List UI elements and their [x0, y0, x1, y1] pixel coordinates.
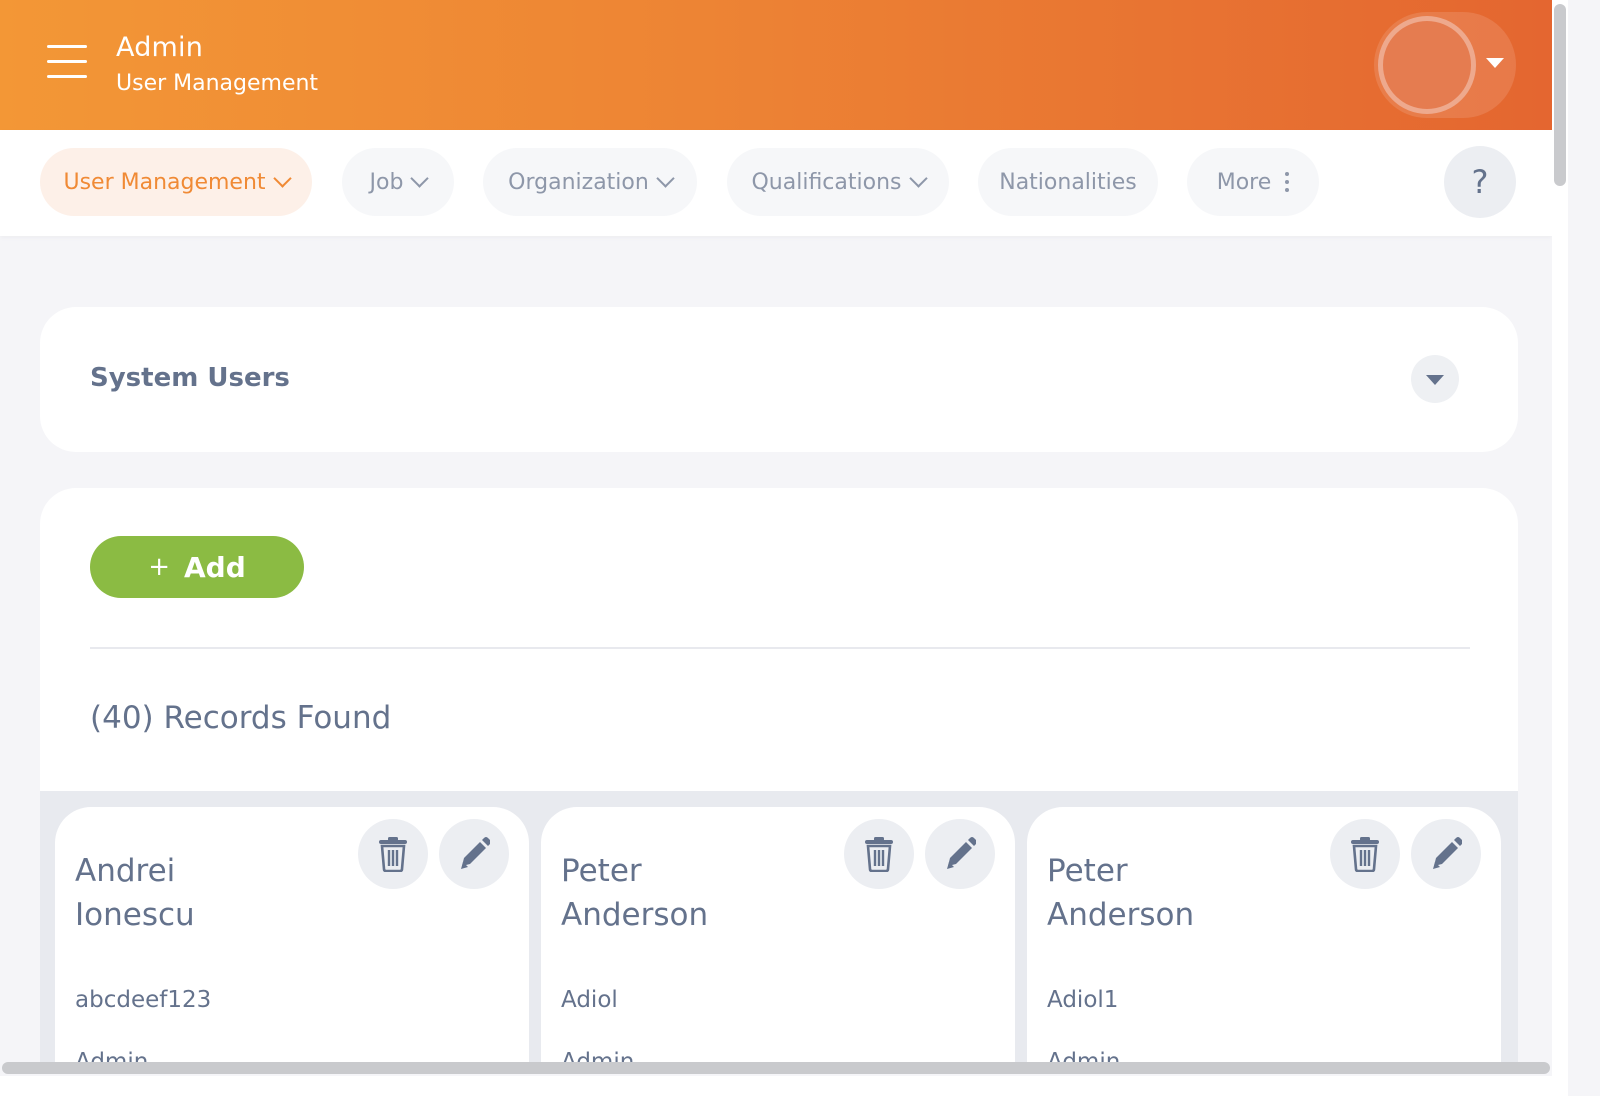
nav-qualifications-label: Qualifications — [751, 169, 902, 195]
user-cards-area: Andrei Ionescu abcdeef123 Admin Peter An… — [40, 791, 1518, 1068]
system-users-filter-card: System Users — [40, 307, 1518, 452]
user-menu[interactable] — [1374, 12, 1516, 118]
user-username: Adiol — [561, 987, 618, 1013]
nav-more-label: More — [1216, 169, 1272, 195]
nav-user-management-label: User Management — [63, 169, 266, 195]
nav-job[interactable]: Job — [342, 148, 454, 216]
nav-nationalities[interactable]: Nationalities — [978, 148, 1158, 216]
trash-icon — [865, 837, 893, 872]
edit-button[interactable] — [925, 819, 995, 889]
user-last-name: Anderson — [561, 897, 709, 933]
edit-button[interactable] — [439, 819, 509, 889]
add-button[interactable]: + Add — [90, 536, 304, 598]
delete-button[interactable] — [1330, 819, 1400, 889]
edit-button[interactable] — [1411, 819, 1481, 889]
chevron-down-icon — [410, 168, 430, 188]
user-username: abcdeef123 — [75, 987, 212, 1013]
records-count: (40) Records Found — [90, 700, 392, 736]
divider — [90, 647, 1470, 649]
page-title: Admin — [116, 32, 204, 63]
users-list-card: + Add (40) Records Found Andrei Ionescu … — [40, 488, 1518, 1068]
help-button[interactable]: ? — [1444, 146, 1516, 218]
nav-user-management[interactable]: User Management — [40, 148, 312, 216]
user-first-name: Peter — [561, 853, 642, 889]
user-first-name: Andrei — [75, 853, 176, 889]
user-card[interactable]: Andrei Ionescu abcdeef123 Admin — [55, 807, 529, 1068]
user-card[interactable]: Peter Anderson Adiol Admin — [541, 807, 1015, 1068]
top-nav: User Management Job Organization Qualifi… — [0, 130, 1552, 236]
user-card[interactable]: Peter Anderson Adiol1 Admin — [1027, 807, 1501, 1068]
nav-organization-label: Organization — [508, 169, 649, 195]
caret-down-icon — [1486, 58, 1504, 68]
avatar — [1378, 16, 1476, 114]
trash-icon — [379, 837, 407, 872]
delete-button[interactable] — [358, 819, 428, 889]
user-last-name: Anderson — [1047, 897, 1195, 933]
nav-more[interactable]: More — [1187, 148, 1319, 216]
filter-toggle-button[interactable] — [1411, 355, 1459, 403]
nav-organization[interactable]: Organization — [483, 148, 697, 216]
nav-qualifications[interactable]: Qualifications — [727, 148, 949, 216]
user-full-name: Peter Anderson — [1047, 849, 1307, 937]
scrollbar-corner — [1552, 1062, 1568, 1096]
top-header: Admin User Management — [0, 0, 1552, 130]
user-last-name: Ionescu — [75, 897, 195, 933]
kebab-icon — [1285, 172, 1290, 192]
trash-icon — [1351, 837, 1379, 872]
delete-button[interactable] — [844, 819, 914, 889]
nav-job-label: Job — [369, 169, 404, 195]
filter-title: System Users — [90, 363, 290, 393]
pencil-icon — [947, 837, 976, 869]
hamburger-icon[interactable] — [47, 45, 87, 79]
viewport-bottom — [0, 1076, 1552, 1096]
plus-icon: + — [148, 552, 171, 582]
horizontal-scrollbar-thumb[interactable] — [2, 1062, 1550, 1074]
user-full-name: Peter Anderson — [561, 849, 821, 937]
chevron-down-icon — [908, 168, 928, 188]
add-button-label: Add — [184, 550, 246, 584]
chevron-down-icon — [656, 168, 675, 188]
user-username: Adiol1 — [1047, 987, 1119, 1013]
nav-nationalities-label: Nationalities — [999, 169, 1137, 195]
pencil-icon — [461, 837, 490, 869]
page-subtitle: User Management — [116, 71, 319, 96]
chevron-down-icon — [272, 168, 292, 188]
vertical-scrollbar-thumb[interactable] — [1554, 4, 1566, 186]
user-first-name: Peter — [1047, 853, 1128, 889]
pencil-icon — [1433, 837, 1462, 869]
user-full-name: Andrei Ionescu — [75, 849, 335, 937]
